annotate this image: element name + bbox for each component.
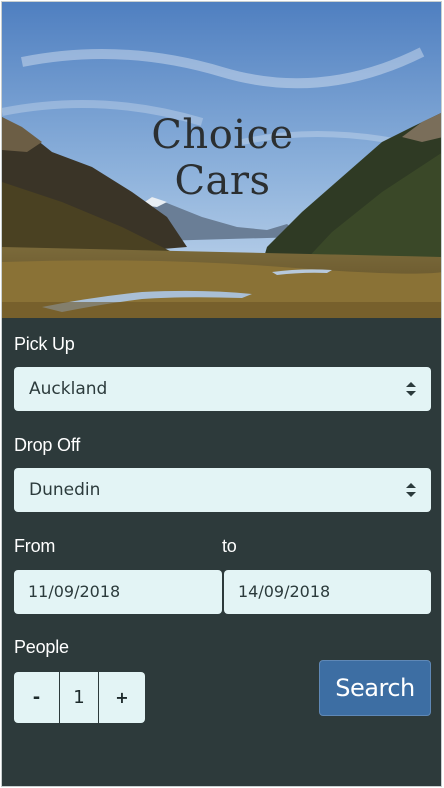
people-decrement-button[interactable]: - xyxy=(14,672,60,723)
dropoff-select[interactable]: Dunedin xyxy=(14,468,431,512)
dropoff-select-value: Dunedin xyxy=(29,480,101,500)
people-increment-button[interactable]: + xyxy=(99,672,145,723)
pickup-label: Pick Up xyxy=(14,334,75,354)
to-label: to xyxy=(222,536,237,556)
app-title-line2: Cars xyxy=(174,158,271,204)
dropoff-label: Drop Off xyxy=(14,435,81,455)
pickup-select[interactable]: Auckland xyxy=(14,367,431,411)
pickup-select-value: Auckland xyxy=(29,379,108,399)
to-date-value: 14/09/2018 xyxy=(238,582,331,601)
up-down-caret-icon xyxy=(406,483,416,497)
hero-banner: Choice Cars xyxy=(2,2,441,318)
app-title: Choice Cars xyxy=(2,112,441,204)
from-date-input[interactable]: 11/09/2018 xyxy=(14,570,222,614)
people-stepper: - 1 + xyxy=(14,672,145,723)
from-label: From xyxy=(14,536,56,556)
people-count: 1 xyxy=(60,672,99,723)
up-down-caret-icon xyxy=(406,382,416,396)
from-date-value: 11/09/2018 xyxy=(28,582,121,601)
to-date-input[interactable]: 14/09/2018 xyxy=(224,570,431,614)
people-label: People xyxy=(14,637,69,657)
search-button[interactable]: Search xyxy=(319,660,431,716)
app-frame: Choice Cars Pick Up Auckland Drop Off Du… xyxy=(1,1,442,787)
app-title-line1: Choice xyxy=(151,112,294,158)
